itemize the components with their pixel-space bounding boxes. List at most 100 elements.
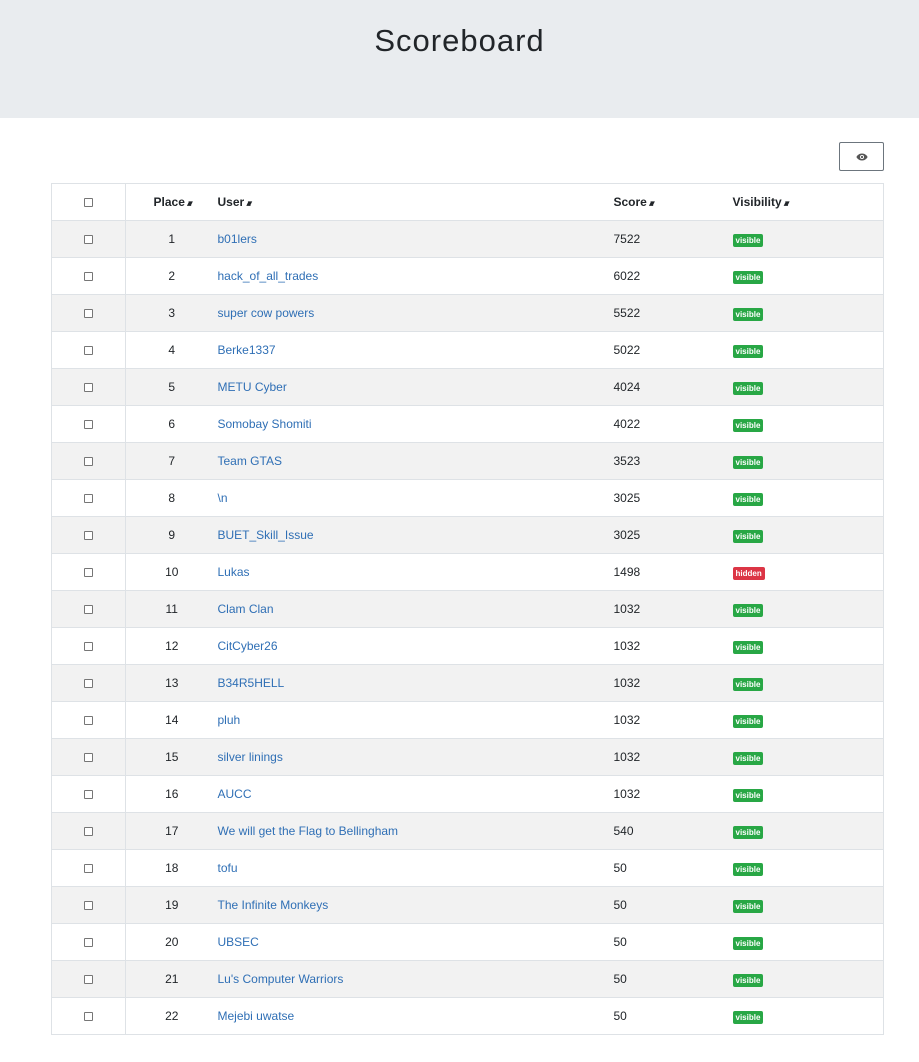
row-checkbox[interactable] — [84, 457, 93, 467]
place-cell: 13 — [125, 664, 218, 702]
visibility-badge: visible — [732, 899, 764, 913]
user-link[interactable]: super cow powers — [218, 306, 315, 320]
row-select-cell — [51, 442, 126, 480]
score-cell: 50 — [613, 849, 733, 887]
row-checkbox[interactable] — [84, 346, 93, 356]
row-checkbox[interactable] — [84, 938, 93, 948]
column-header-visibility[interactable]: Visibility ▴▾ — [732, 183, 884, 221]
visibility-badge: visible — [732, 788, 764, 802]
user-cell: Clam Clan — [217, 590, 614, 628]
user-cell: Mejebi uwatse — [217, 997, 614, 1035]
row-checkbox[interactable] — [84, 679, 93, 689]
sort-icon: ▴▾ — [246, 198, 252, 208]
user-link[interactable]: BUET_Skill_Issue — [218, 528, 314, 542]
user-link[interactable]: Mejebi uwatse — [218, 1009, 295, 1023]
sort-icon: ▴▾ — [783, 198, 790, 208]
row-checkbox[interactable] — [84, 864, 93, 874]
user-link[interactable]: tofu — [218, 861, 238, 875]
row-checkbox[interactable] — [84, 309, 93, 319]
user-link[interactable]: B34R5HELL — [218, 676, 285, 690]
toggle-visibility-button[interactable] — [839, 142, 884, 171]
place-cell: 2 — [125, 257, 218, 295]
table-body: 1 b01lers 7522 visible 2 hack_of_all_trades 60… — [51, 220, 884, 1035]
visibility-cell: visible — [732, 923, 884, 961]
column-header-place[interactable]: Place ▴▾ — [125, 183, 218, 221]
table-row: 3 super cow powers 5522 visible — [51, 294, 884, 332]
user-link[interactable]: We will get the Flag to Bellingham — [218, 824, 399, 838]
user-link[interactable]: METU Cyber — [218, 380, 287, 394]
table-row: 17 We will get the Flag to Bellingham 540 v… — [51, 812, 884, 850]
user-cell: hack_of_all_trades — [217, 257, 614, 295]
user-link[interactable]: CitCyber26 — [218, 639, 278, 653]
table-row: 7 Team GTAS 3523 visible — [51, 442, 884, 480]
score-cell: 1032 — [613, 664, 733, 702]
visibility-badge: visible — [732, 936, 764, 950]
row-checkbox[interactable] — [84, 531, 93, 541]
user-cell: B34R5HELL — [217, 664, 614, 702]
user-cell: The Infinite Monkeys — [217, 886, 614, 924]
visibility-cell: visible — [732, 294, 884, 332]
row-checkbox[interactable] — [84, 975, 93, 985]
visibility-cell: visible — [732, 664, 884, 702]
column-header-score[interactable]: Score ▴▾ — [613, 183, 733, 221]
user-link[interactable]: pluh — [218, 713, 241, 727]
user-link[interactable]: \n — [218, 491, 228, 505]
visibility-cell: visible — [732, 775, 884, 813]
page-header: Scoreboard — [0, 0, 919, 118]
row-checkbox[interactable] — [84, 272, 93, 282]
row-select-cell — [51, 775, 126, 813]
visibility-cell: visible — [732, 738, 884, 776]
place-cell: 5 — [125, 368, 218, 406]
place-cell: 11 — [125, 590, 218, 628]
visibility-badge: visible — [732, 344, 764, 358]
place-cell: 3 — [125, 294, 218, 332]
row-checkbox[interactable] — [84, 716, 93, 726]
user-cell: \n — [217, 479, 614, 517]
row-checkbox[interactable] — [84, 383, 93, 393]
row-checkbox[interactable] — [84, 901, 93, 911]
table-row: 5 METU Cyber 4024 visible — [51, 368, 884, 406]
visibility-cell: visible — [732, 479, 884, 517]
user-link[interactable]: hack_of_all_trades — [218, 269, 319, 283]
user-link[interactable]: b01lers — [218, 232, 257, 246]
column-header-user[interactable]: User ▴▾ — [217, 183, 614, 221]
page-title: Scoreboard — [374, 23, 545, 58]
user-link[interactable]: Team GTAS — [218, 454, 282, 468]
row-checkbox[interactable] — [84, 1012, 93, 1022]
user-link[interactable]: Lu's Computer Warriors — [218, 972, 344, 986]
visibility-badge: visible — [732, 862, 764, 876]
user-link[interactable]: Clam Clan — [218, 602, 274, 616]
row-checkbox[interactable] — [84, 827, 93, 837]
user-link[interactable]: UBSEC — [218, 935, 259, 949]
score-cell: 6022 — [613, 257, 733, 295]
row-checkbox[interactable] — [84, 642, 93, 652]
score-cell: 4024 — [613, 368, 733, 406]
row-checkbox[interactable] — [84, 494, 93, 504]
visibility-badge: visible — [732, 455, 764, 469]
user-link[interactable]: Berke1337 — [218, 343, 276, 357]
user-link[interactable]: silver linings — [218, 750, 283, 764]
row-checkbox[interactable] — [84, 235, 93, 245]
row-checkbox[interactable] — [84, 790, 93, 800]
score-cell: 1032 — [613, 775, 733, 813]
score-cell: 1032 — [613, 627, 733, 665]
table-row: 10 Lukas 1498 hidden — [51, 553, 884, 591]
place-cell: 14 — [125, 701, 218, 739]
visibility-badge: visible — [732, 381, 764, 395]
user-link[interactable]: The Infinite Monkeys — [218, 898, 329, 912]
user-link[interactable]: Somobay Shomiti — [218, 417, 312, 431]
row-checkbox[interactable] — [84, 605, 93, 615]
visibility-cell: visible — [732, 701, 884, 739]
row-select-cell — [51, 257, 126, 295]
visibility-badge: visible — [732, 973, 764, 987]
row-checkbox[interactable] — [84, 753, 93, 763]
row-checkbox[interactable] — [84, 420, 93, 430]
user-link[interactable]: AUCC — [218, 787, 252, 801]
table-row: 18 tofu 50 visible — [51, 849, 884, 887]
user-link[interactable]: Lukas — [218, 565, 250, 579]
score-cell: 1032 — [613, 701, 733, 739]
user-cell: Lu's Computer Warriors — [217, 960, 614, 998]
select-all-checkbox[interactable] — [84, 198, 93, 208]
row-checkbox[interactable] — [84, 568, 93, 578]
table-row: 22 Mejebi uwatse 50 visible — [51, 997, 884, 1035]
